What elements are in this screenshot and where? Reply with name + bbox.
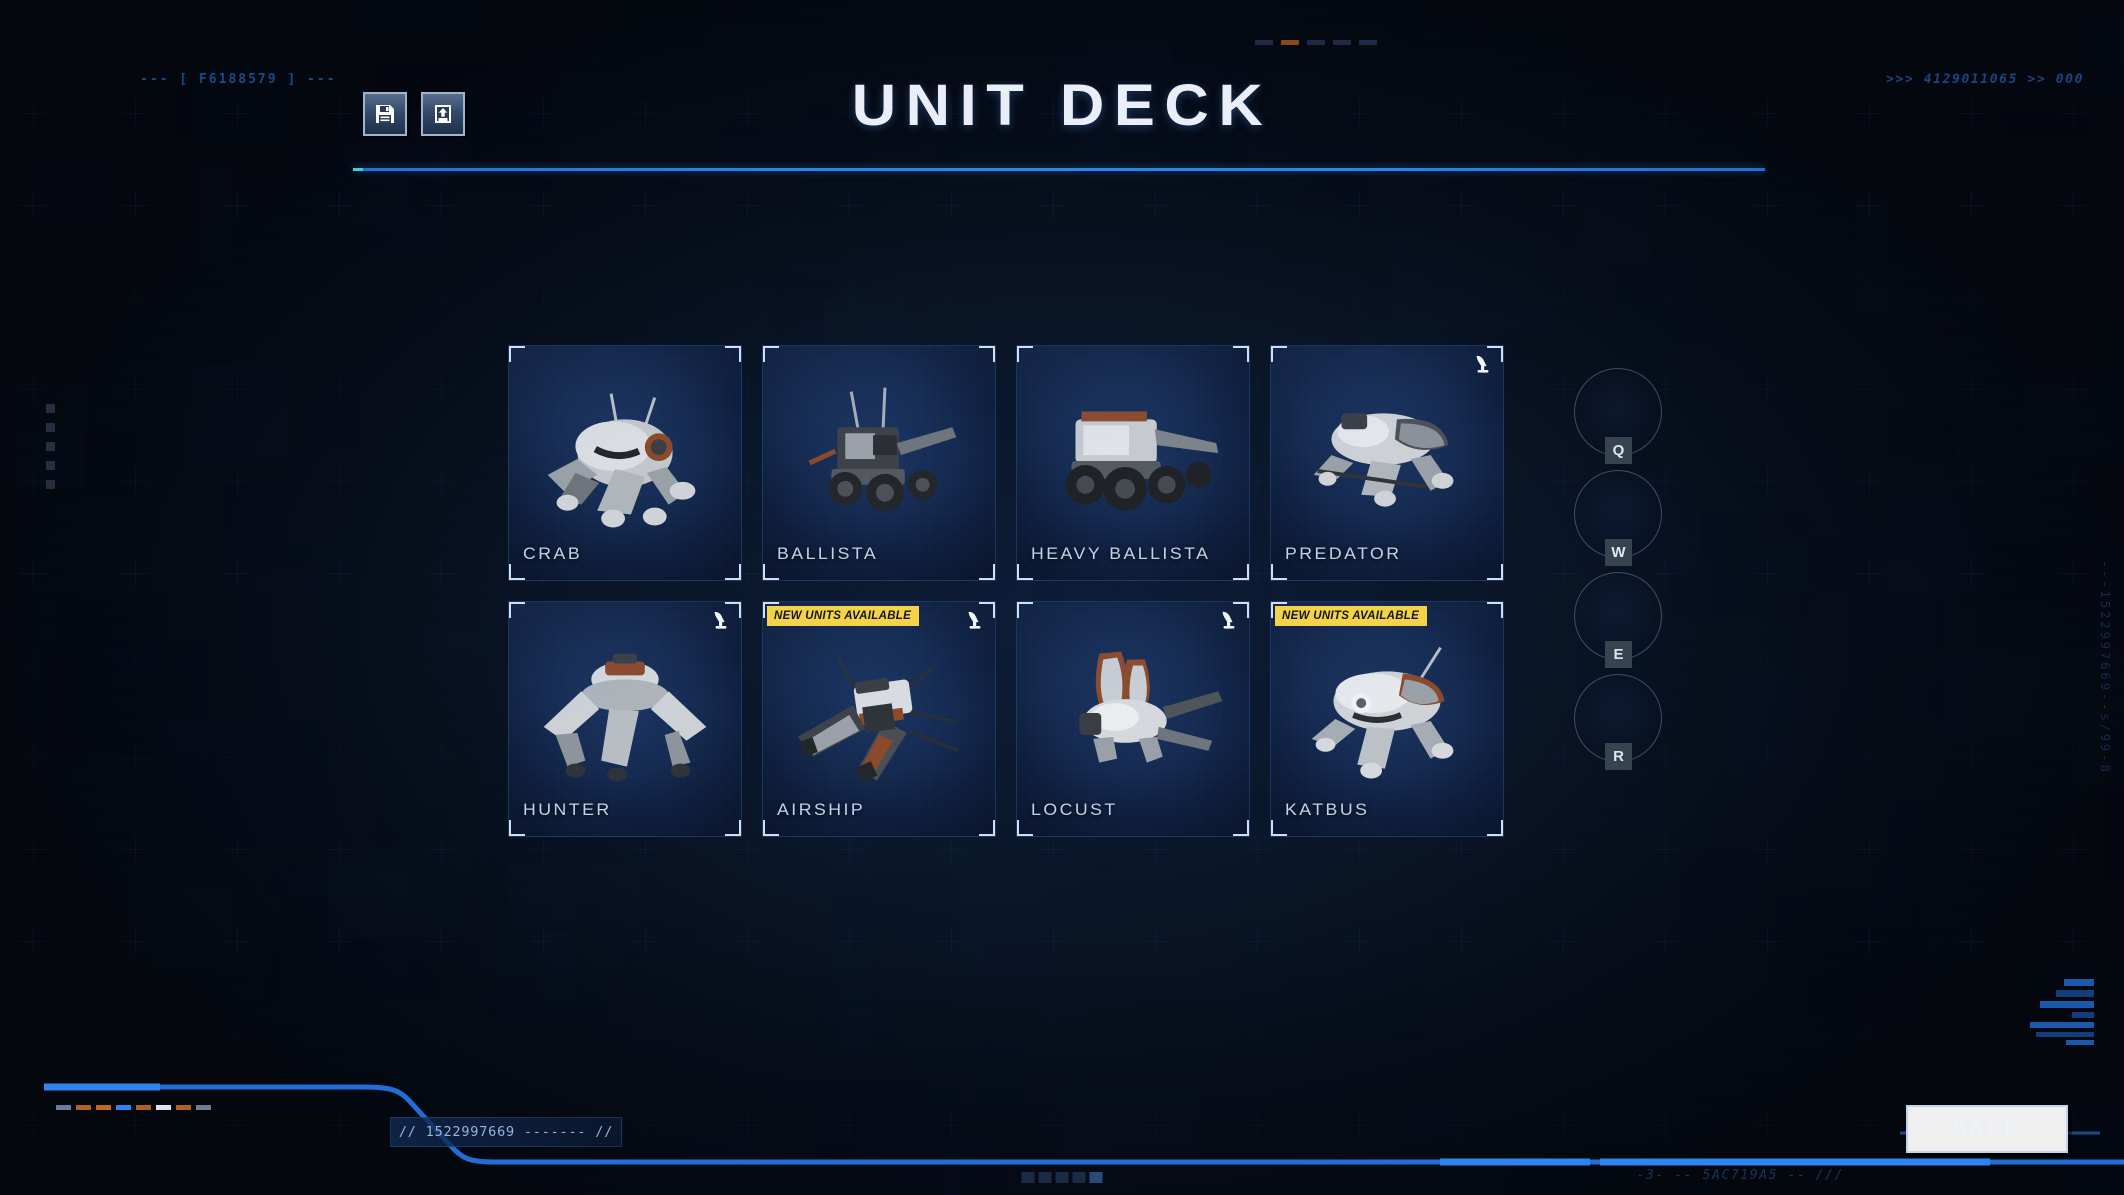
slot-key-label: Q	[1605, 437, 1632, 464]
unit-card-label: BALLISTA	[777, 544, 879, 563]
new-units-badge: NEW UNITS AVAILABLE	[1275, 606, 1428, 626]
save-icon	[376, 105, 394, 123]
card-corner-bracket	[1233, 346, 1249, 362]
session-id-readout: // 1522997669 ------- //	[390, 1117, 622, 1147]
card-corner-bracket	[1271, 564, 1287, 580]
page-dot[interactable]	[1021, 1172, 1035, 1183]
card-corner-bracket	[509, 820, 525, 836]
dash	[96, 1105, 111, 1110]
edge-dot	[46, 442, 55, 451]
slot-key-label: W	[1605, 539, 1632, 566]
unit-card-crab[interactable]: CRAB	[508, 345, 742, 581]
dash	[156, 1105, 171, 1110]
turret-icon	[711, 609, 733, 631]
dash	[116, 1105, 131, 1110]
card-corner-bracket	[1487, 564, 1503, 580]
card-corner-bracket	[1487, 820, 1503, 836]
card-corner-bracket	[979, 346, 995, 362]
card-corner-bracket	[1271, 346, 1287, 362]
unit-card-ballista[interactable]: BALLISTA	[762, 345, 996, 581]
page-dot[interactable]	[1072, 1172, 1086, 1183]
tick-mark	[1359, 40, 1377, 45]
unit-card-label: PREDATOR	[1285, 544, 1402, 563]
slot-key-label: E	[1605, 641, 1632, 668]
tick-mark	[1255, 40, 1273, 45]
edge-dot	[46, 423, 55, 432]
header-tick-marks	[1255, 40, 1377, 45]
edge-dot	[46, 461, 55, 470]
dash	[176, 1105, 191, 1110]
card-corner-bracket	[979, 564, 995, 580]
slot-key-label: R	[1605, 743, 1632, 770]
card-corner-bracket	[1233, 820, 1249, 836]
unit-card-hunter[interactable]: HUNTER	[508, 601, 742, 837]
card-corner-bracket	[509, 346, 525, 362]
side-vertical-code: ---1522997669--s/99-8	[2098, 560, 2112, 775]
tick-mark-active	[1281, 40, 1299, 45]
load-button[interactable]	[421, 92, 465, 136]
new-units-badge: NEW UNITS AVAILABLE	[767, 606, 920, 626]
card-corner-bracket	[763, 820, 779, 836]
back-button[interactable]: BACK	[1906, 1105, 2068, 1153]
card-corner-bracket	[509, 564, 525, 580]
unit-card-katbus[interactable]: NEW UNITS AVAILABLE KATBUS	[1270, 601, 1504, 837]
dash	[56, 1105, 71, 1110]
dash	[136, 1105, 151, 1110]
unit-card-airship[interactable]: NEW UNITS AVAILABLE AIRSHIP	[762, 601, 996, 837]
edge-dot	[46, 404, 55, 413]
unit-card-locust[interactable]: LOCUST	[1016, 601, 1250, 837]
unit-card-label: HUNTER	[523, 800, 612, 819]
toolbar	[363, 92, 465, 136]
dash	[76, 1105, 91, 1110]
dash	[196, 1105, 211, 1110]
turret-icon	[965, 609, 987, 631]
turret-icon	[1473, 353, 1495, 375]
left-edge-dots	[46, 404, 55, 489]
ability-slot-r[interactable]: R	[1571, 674, 1666, 770]
card-corner-bracket	[1017, 346, 1033, 362]
card-corner-bracket	[763, 564, 779, 580]
unit-card-label: CRAB	[523, 544, 583, 563]
card-corner-bracket	[509, 602, 525, 618]
unit-card-label: KATBUS	[1285, 800, 1370, 819]
tick-mark	[1307, 40, 1325, 45]
page-indicator[interactable]	[1021, 1172, 1103, 1183]
unit-card-label: LOCUST	[1031, 800, 1118, 819]
hud-dash-indicators	[56, 1105, 211, 1110]
card-corner-bracket	[1017, 564, 1033, 580]
title-underline	[353, 168, 1765, 171]
footer-right-code: -3- -- 5AC719A5 -- ///	[1636, 1168, 1844, 1183]
card-corner-bracket	[1271, 820, 1287, 836]
edge-dot	[46, 480, 55, 489]
save-button[interactable]	[363, 92, 407, 136]
page-dot[interactable]	[1089, 1172, 1103, 1183]
ability-slot-e[interactable]: E	[1571, 572, 1666, 668]
ability-slot-q[interactable]: Q	[1571, 368, 1666, 464]
page-title: UNIT DECK	[851, 73, 1273, 138]
upload-icon	[435, 105, 451, 123]
card-corner-bracket	[763, 346, 779, 362]
card-corner-bracket	[725, 564, 741, 580]
card-corner-bracket	[1487, 602, 1503, 618]
card-corner-bracket	[1017, 602, 1033, 618]
turret-icon	[1219, 609, 1241, 631]
unit-card-grid: CRAB BALLISTA HEAVY BALLISTA PREDATOR HU…	[508, 345, 1504, 837]
unit-card-label: HEAVY BALLISTA	[1031, 544, 1211, 563]
tick-mark	[1333, 40, 1351, 45]
unit-card-label: AIRSHIP	[777, 800, 866, 819]
card-corner-bracket	[979, 820, 995, 836]
unit-card-heavy-ballista[interactable]: HEAVY BALLISTA	[1016, 345, 1250, 581]
card-corner-bracket	[1233, 564, 1249, 580]
page-dot[interactable]	[1055, 1172, 1069, 1183]
page-dot[interactable]	[1038, 1172, 1052, 1183]
card-corner-bracket	[725, 346, 741, 362]
ability-slot-list: Q W E R	[1571, 368, 1666, 770]
card-corner-bracket	[725, 820, 741, 836]
unit-card-predator[interactable]: PREDATOR	[1270, 345, 1504, 581]
card-corner-bracket	[1017, 820, 1033, 836]
ability-slot-w[interactable]: W	[1571, 470, 1666, 566]
